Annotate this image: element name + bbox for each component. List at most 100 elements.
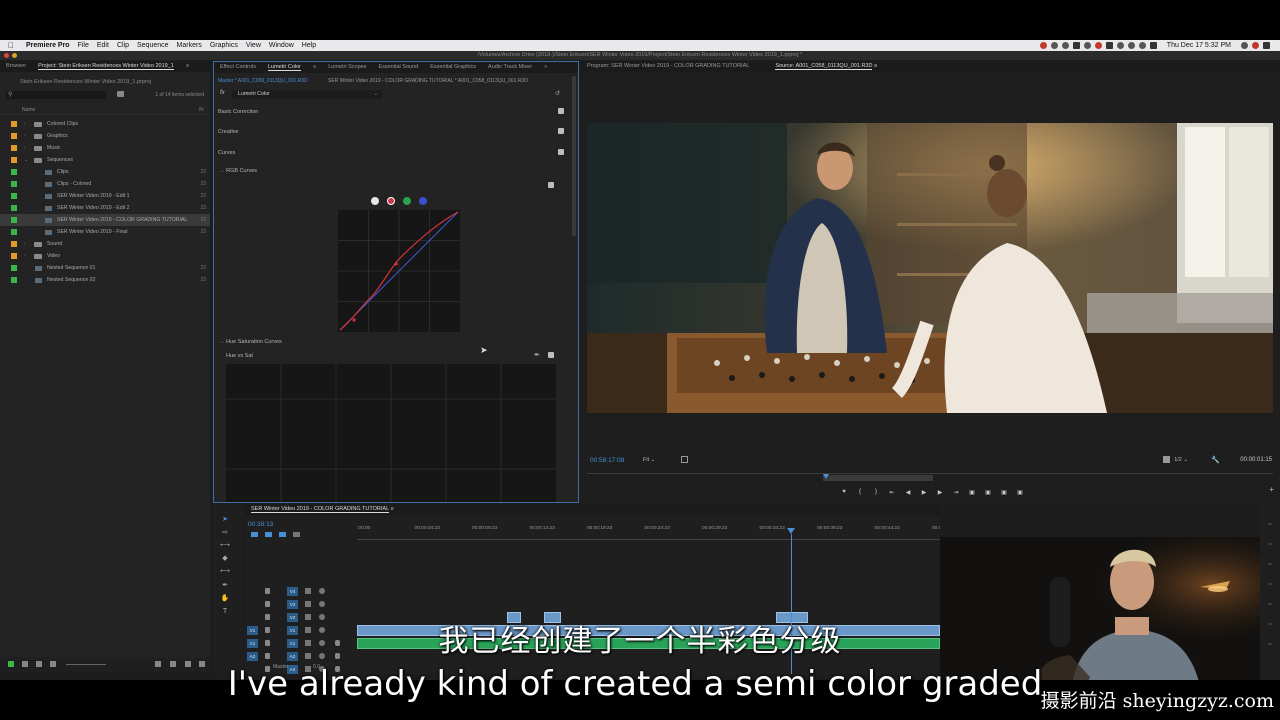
disclosure-arrow-icon[interactable]: › — [24, 238, 26, 250]
monitor-time-ruler[interactable] — [587, 473, 1273, 483]
curve-point[interactable] — [394, 262, 398, 266]
reset-icon[interactable]: ↺ — [555, 90, 560, 97]
overlay-icon[interactable] — [1163, 456, 1170, 463]
curve-point[interactable] — [352, 318, 356, 322]
add-button-icon[interactable]: + — [1269, 485, 1274, 494]
lock-icon[interactable] — [265, 588, 270, 594]
add-marker-icon[interactable]: ♥ — [839, 489, 849, 495]
project-item[interactable]: ⌄ Sequences — [0, 154, 210, 166]
menu-status-icon[interactable] — [1072, 42, 1080, 49]
fit-dropdown[interactable]: Fit ⌄ — [643, 457, 655, 463]
label-color-swatch[interactable] — [11, 157, 17, 163]
close-window-icon[interactable] — [4, 53, 9, 58]
curves-checkbox[interactable] — [558, 149, 564, 155]
hue-vs-sat-editor[interactable] — [226, 364, 556, 503]
ripple-edit-icon[interactable]: ⟷ — [220, 542, 230, 550]
siri-icon[interactable] — [1252, 42, 1259, 49]
label-color-swatch[interactable] — [11, 229, 17, 235]
label-color-swatch[interactable] — [11, 181, 17, 187]
eyedropper-icon[interactable]: ✒ — [534, 351, 540, 359]
track-select-icon[interactable]: ⇨ — [220, 529, 230, 537]
lumetri-scrollbar[interactable] — [572, 76, 576, 236]
label-color-swatch[interactable] — [11, 169, 17, 175]
disclosure-arrow-icon[interactable]: › — [24, 250, 26, 262]
project-item[interactable]: › Music — [0, 142, 210, 154]
minimize-window-icon[interactable] — [12, 53, 17, 58]
tab-source[interactable]: Source: A001_C058_0113QU_001.R3D ≡ — [769, 61, 883, 72]
settings-icon[interactable] — [681, 456, 688, 463]
menu-graphics[interactable]: Graphics — [210, 40, 238, 51]
project-item[interactable]: › Colored Clips — [0, 118, 210, 130]
playhead-handle[interactable] — [787, 528, 795, 534]
disclosure-arrow-icon[interactable]: › — [24, 118, 26, 130]
rgb-curve-graph[interactable] — [338, 210, 460, 332]
project-item[interactable]: SER Winter Video 2019 - Edit 1 23 — [0, 190, 210, 202]
new-bin-icon[interactable] — [117, 91, 124, 97]
apple-icon[interactable]:  — [8, 40, 18, 51]
project-item[interactable]: SER Winter Video 2019 - COLOR GRADING TU… — [0, 214, 210, 226]
menu-view[interactable]: View — [246, 40, 261, 51]
creative-checkbox[interactable] — [558, 128, 564, 134]
eye-icon[interactable] — [319, 601, 325, 607]
hue-sat-curves-heading[interactable]: ⌄ Hue Saturation Curves — [220, 339, 282, 345]
tab-lumetri-scopes[interactable]: Lumetri Scopes — [322, 62, 372, 73]
project-item[interactable]: Clips - Colored 23 — [0, 178, 210, 190]
tab-menu-icon[interactable]: ≡ — [180, 61, 195, 72]
tab-essential-graphics[interactable]: Essential Graphics — [424, 62, 482, 73]
label-color-swatch[interactable] — [11, 205, 17, 211]
menu-clock[interactable]: Thu Dec 17 5:32 PM — [1167, 42, 1231, 49]
project-item[interactable]: SER Winter Video 2019 - Edit 2 23 — [0, 202, 210, 214]
go-to-out-icon[interactable]: ⇥ — [951, 489, 961, 496]
master-clip-label[interactable]: Master * A001_C058_0113QU_001.R3D — [218, 78, 308, 84]
overwrite-icon[interactable]: ▣ — [983, 489, 993, 496]
menu-sequence[interactable]: Sequence — [137, 40, 169, 51]
project-item[interactable]: › Sound — [0, 238, 210, 250]
project-item[interactable]: Clips 23 — [0, 166, 210, 178]
add-marker-timeline-icon[interactable] — [279, 532, 286, 537]
play-button[interactable]: ▶ — [919, 489, 929, 496]
section-creative[interactable]: Creative — [218, 129, 238, 135]
tab-browser[interactable]: Browser — [0, 61, 32, 72]
record-status-icon[interactable] — [1039, 42, 1047, 49]
basic-correction-checkbox[interactable] — [558, 108, 564, 114]
hue-vs-sat-checkbox[interactable] — [548, 352, 554, 358]
wrench-icon[interactable]: 🔧 — [1211, 456, 1220, 464]
razor-tool-icon[interactable]: ◆ — [220, 555, 230, 563]
green-channel-button[interactable] — [403, 197, 411, 205]
eye-icon[interactable] — [319, 588, 325, 594]
disclosure-arrow-icon[interactable]: › — [24, 142, 26, 154]
export-frame-icon[interactable]: ▣ — [999, 489, 1009, 496]
camera-status-icon[interactable] — [1094, 42, 1102, 49]
tab-effect-controls[interactable]: Effect Controls — [214, 62, 262, 73]
menu-markers[interactable]: Markers — [177, 40, 202, 51]
label-color-swatch[interactable] — [11, 253, 17, 259]
label-color-swatch[interactable] — [11, 217, 17, 223]
slip-tool-icon[interactable]: ⟷ — [220, 568, 230, 576]
pen-tool-icon[interactable]: ✒ — [220, 582, 230, 590]
button-editor-icon[interactable]: ▣ — [1015, 489, 1025, 496]
hue-vs-sat-graph[interactable] — [226, 364, 556, 503]
tab-menu-icon[interactable]: ≡ — [307, 62, 322, 73]
disclosure-arrow-icon[interactable]: ⌄ — [24, 154, 28, 166]
mark-out-icon[interactable]: } — [871, 489, 881, 495]
menu-help[interactable]: Help — [302, 40, 316, 51]
red-channel-button[interactable] — [387, 197, 395, 205]
dropbox-status-icon[interactable] — [1061, 42, 1069, 49]
battery-icon[interactable] — [1149, 42, 1157, 49]
disclosure-arrow-icon[interactable]: › — [24, 130, 26, 142]
column-name[interactable]: Name — [22, 107, 35, 113]
rgb-curve-editor[interactable] — [338, 210, 460, 332]
go-to-in-icon[interactable]: ⇤ — [887, 489, 897, 496]
menu-edit[interactable]: Edit — [97, 40, 109, 51]
wifi-icon[interactable] — [1138, 42, 1146, 49]
monitor-playhead[interactable] — [823, 474, 829, 479]
label-color-swatch[interactable] — [11, 241, 17, 247]
project-item[interactable]: › Video — [0, 250, 210, 262]
tab-audio-track-mixer[interactable]: Audio Track Mixer — [482, 62, 538, 73]
label-color-swatch[interactable] — [11, 133, 17, 139]
in-out-range[interactable] — [823, 475, 933, 481]
linked-selection-icon[interactable] — [265, 532, 272, 537]
wechat-status-icon[interactable] — [1050, 42, 1058, 49]
app-menu[interactable]: Premiere Pro — [26, 40, 70, 51]
menu-file[interactable]: File — [78, 40, 89, 51]
